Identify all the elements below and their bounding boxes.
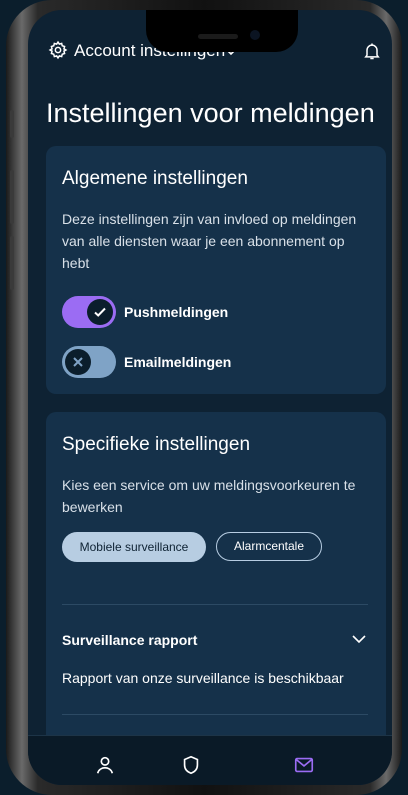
specific-settings-title: Specifieke instellingen [62, 434, 251, 455]
accordion-body: Rapport van onze surveillance is beschik… [62, 670, 344, 686]
gear-icon[interactable] [48, 40, 68, 60]
side-button [10, 110, 14, 138]
email-notifications-toggle[interactable] [62, 346, 116, 378]
side-button [10, 236, 14, 290]
side-button [10, 170, 14, 224]
page-title: Instellingen voor meldingen [46, 98, 375, 128]
bottom-nav [28, 735, 392, 785]
push-notifications-toggle[interactable] [62, 296, 116, 328]
device-notch [146, 10, 298, 52]
specific-settings-card: Specifieke instellingen Kies een service… [46, 412, 386, 785]
service-pill-mobile-surveillance[interactable]: Mobiele surveillance [62, 532, 206, 562]
toggle-knob [65, 349, 91, 375]
toggle-knob [87, 299, 113, 325]
accordion-title[interactable]: Surveillance rapport [62, 632, 197, 648]
divider [62, 604, 368, 605]
email-notifications-row[interactable]: Emailmeldingen [62, 346, 362, 378]
app-screen: Account instellingen Instellingen voor m… [28, 10, 392, 785]
service-pill-alarm-center[interactable]: Alarmcentale [216, 532, 322, 561]
chevron-down-icon[interactable] [352, 634, 366, 644]
mail-icon[interactable] [293, 754, 315, 776]
push-notifications-label: Pushmeldingen [124, 304, 229, 320]
close-icon [73, 357, 83, 367]
general-settings-title: Algemene instellingen [62, 168, 248, 189]
user-icon[interactable] [94, 754, 116, 776]
bell-icon[interactable] [362, 40, 382, 62]
push-notifications-row[interactable]: Pushmeldingen [62, 296, 362, 328]
email-notifications-label: Emailmeldingen [124, 354, 232, 370]
front-camera [250, 30, 260, 40]
shield-icon[interactable] [180, 754, 202, 776]
general-settings-description: Deze instellingen zijn van invloed op me… [62, 211, 357, 271]
divider [62, 714, 368, 715]
check-icon [94, 307, 106, 317]
specific-settings-description: Kies een service om uw meldingsvoorkeure… [62, 477, 356, 515]
general-settings-card: Algemene instellingen Deze instellingen … [46, 146, 386, 394]
speaker-grille [198, 34, 238, 39]
phone-frame: Account instellingen Instellingen voor m… [6, 0, 402, 795]
